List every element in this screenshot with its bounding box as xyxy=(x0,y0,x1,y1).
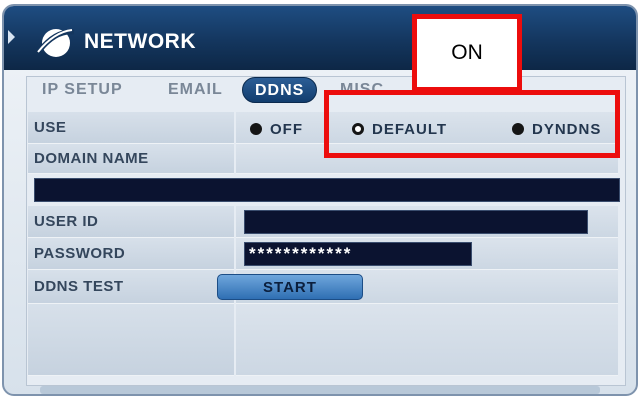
ddns-test-label: DDNS TEST xyxy=(28,270,234,304)
arrow-right-icon xyxy=(8,30,15,44)
annotation-on-callout: ON xyxy=(412,14,522,92)
domain-name-field[interactable] xyxy=(34,178,620,202)
window-title: NETWORK xyxy=(84,30,196,53)
annotation-highlight-box xyxy=(324,90,620,158)
user-id-field[interactable] xyxy=(244,210,588,234)
empty-row xyxy=(28,304,618,376)
start-button[interactable]: START xyxy=(217,274,363,300)
tab-email[interactable]: EMAIL xyxy=(168,77,223,103)
empty-value-cell xyxy=(236,304,618,376)
empty-label-cell xyxy=(28,304,234,376)
password-field[interactable]: ************ xyxy=(244,242,472,266)
bottom-strip xyxy=(40,386,600,394)
title-bar: NETWORK xyxy=(4,6,636,70)
user-id-label: USER ID xyxy=(28,206,234,238)
tab-ddns[interactable]: DDNS xyxy=(242,77,318,103)
tab-ip-setup[interactable]: IP SETUP xyxy=(42,77,123,103)
use-label: USE xyxy=(28,112,234,144)
radio-off-dot xyxy=(250,123,262,135)
radio-off[interactable]: OFF xyxy=(250,120,303,138)
network-globe-icon xyxy=(37,29,75,57)
domain-name-label: DOMAIN NAME xyxy=(28,144,234,174)
password-label: PASSWORD xyxy=(28,238,234,270)
radio-off-label: OFF xyxy=(270,120,303,138)
screenshot-canvas: NETWORK IP SETUP EMAIL DDNS MISC. USE OF… xyxy=(0,0,642,398)
